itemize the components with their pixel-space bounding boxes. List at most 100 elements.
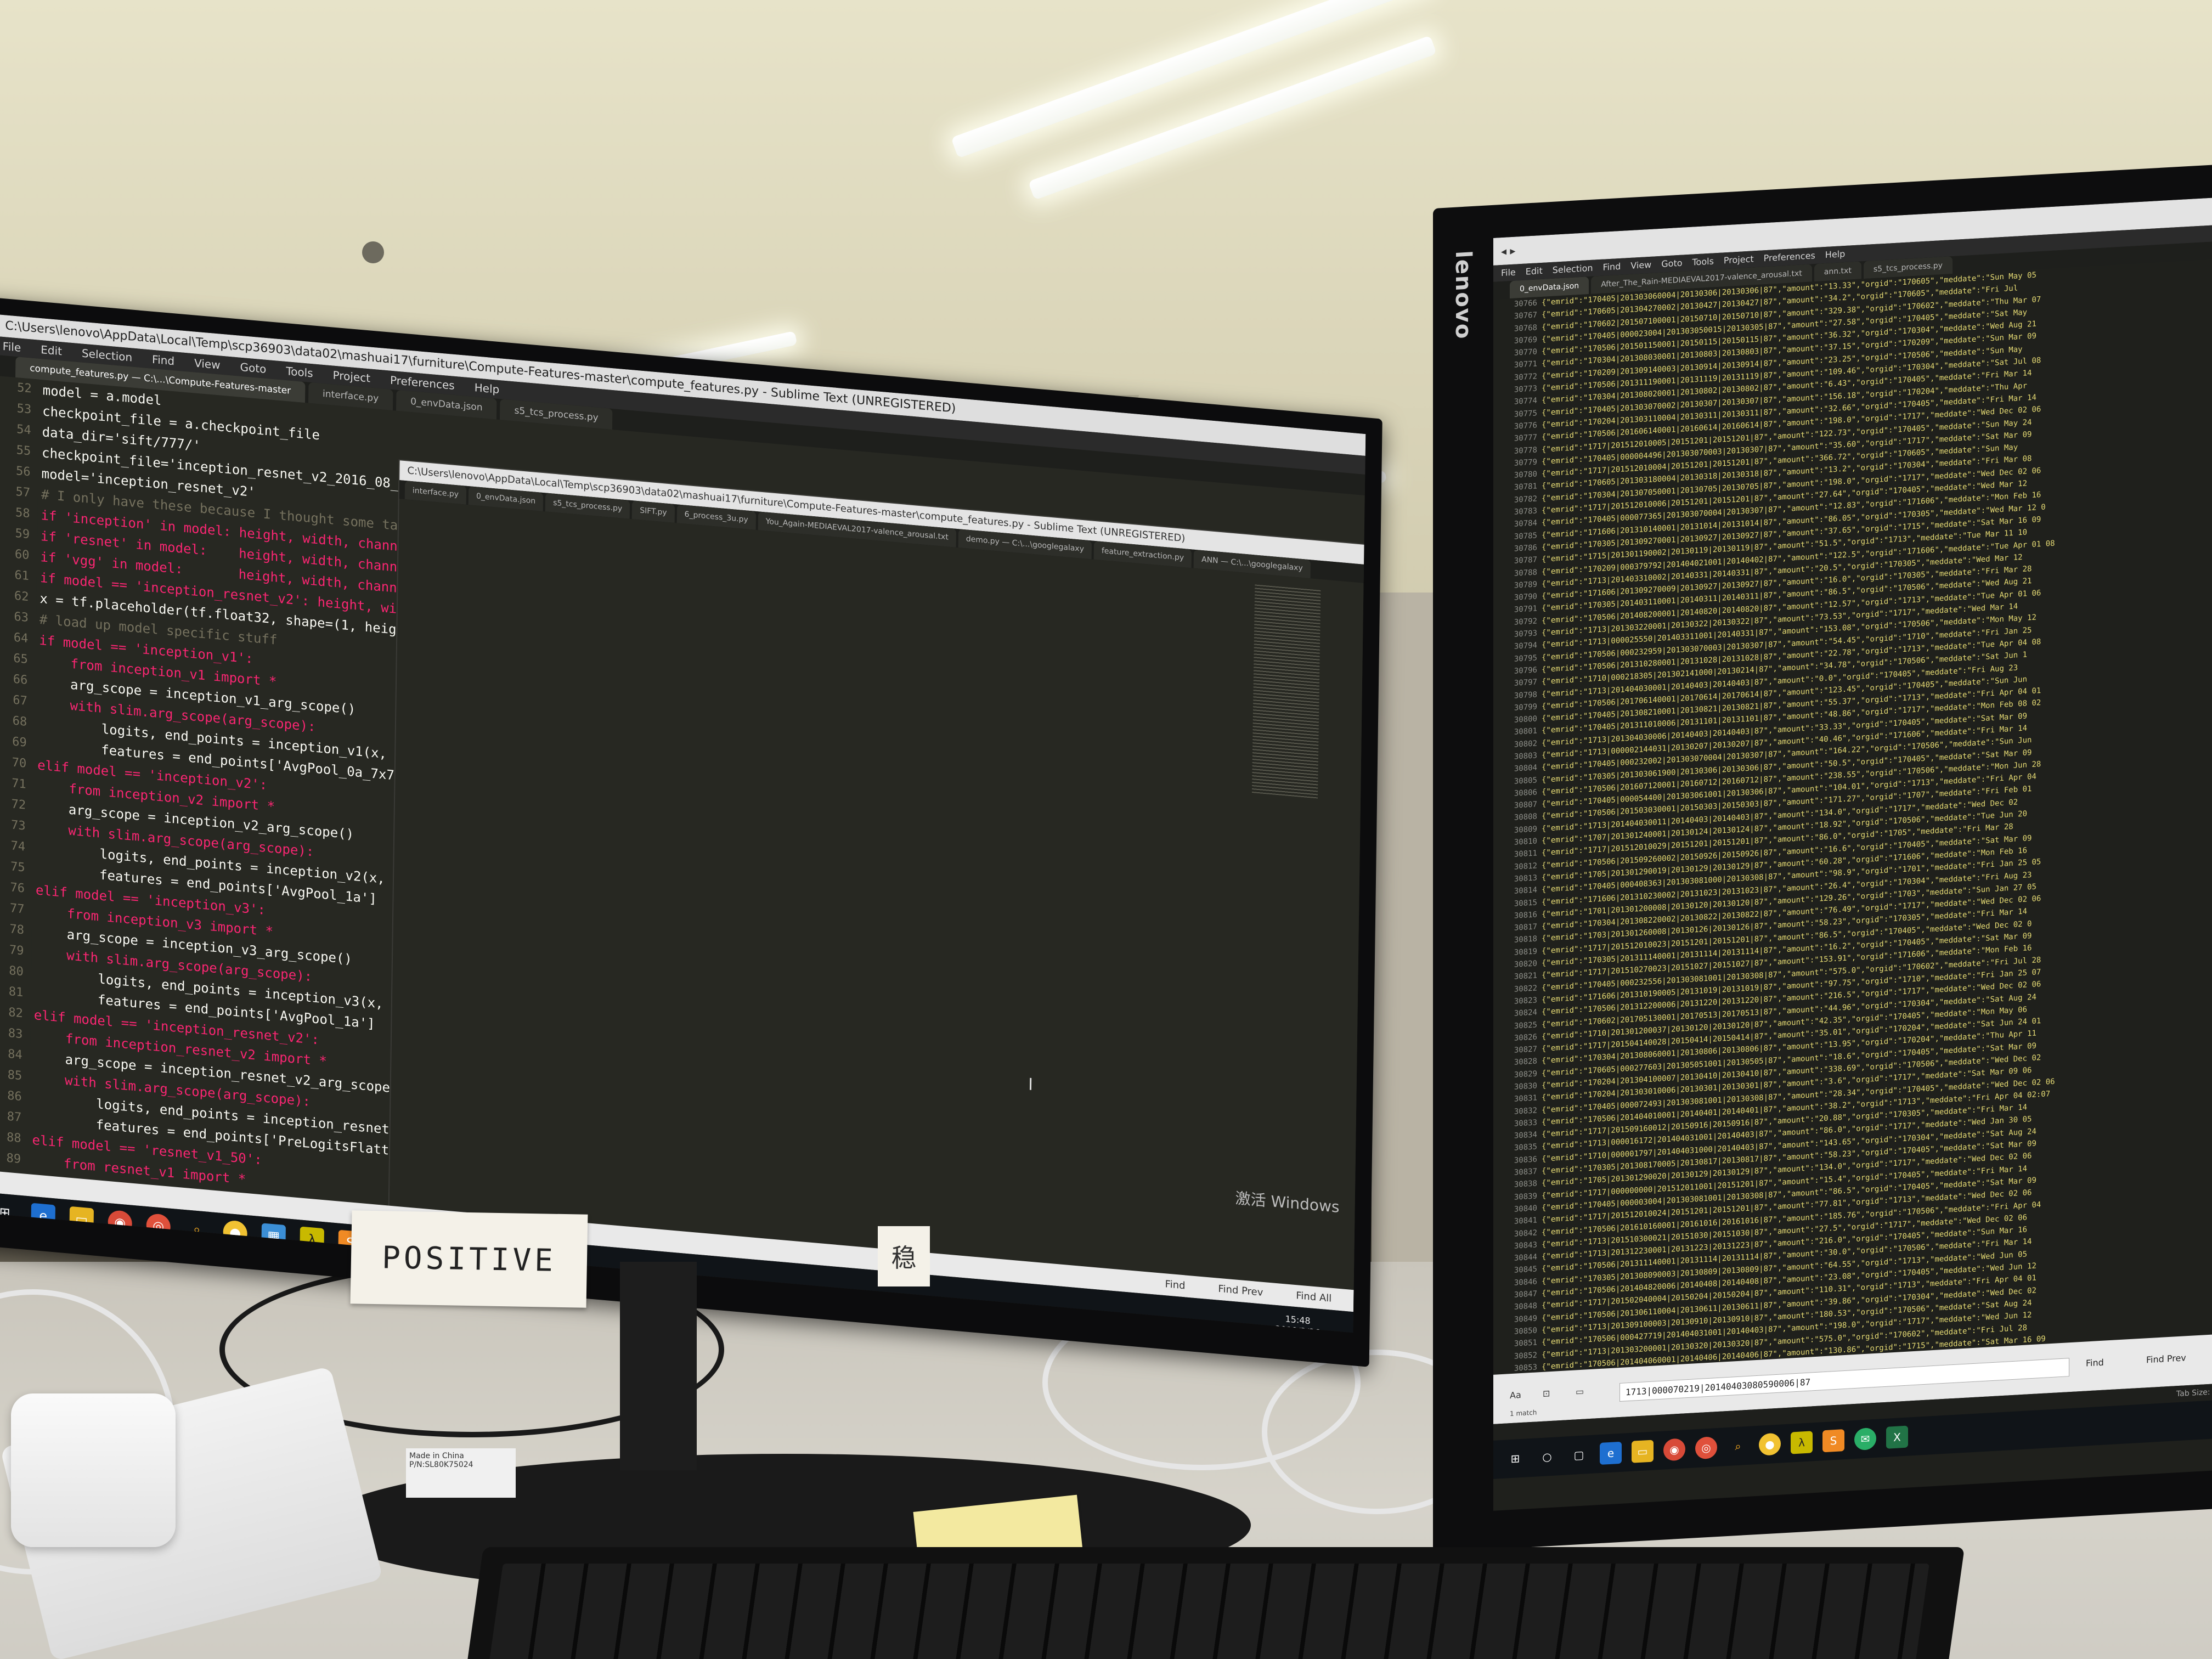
lenovo-logo: lenovo	[1451, 250, 1476, 341]
weibo-icon[interactable]: ◎	[146, 1212, 171, 1239]
line-number: 85	[7, 1068, 22, 1084]
sprinkler	[362, 241, 384, 263]
small-paper-label: 稳	[878, 1226, 930, 1286]
line-number: 88	[6, 1130, 21, 1146]
json-editor[interactable]: {"emrid":"170405|201303060004|20130306|2…	[1542, 258, 2212, 1372]
line-number: 62	[14, 589, 29, 605]
line-number: 66	[13, 672, 28, 687]
menu-file[interactable]: File	[1501, 264, 1516, 281]
line-number: 53	[16, 402, 32, 417]
line-number: 60	[14, 547, 30, 563]
line-number: 70	[12, 755, 27, 771]
product-sticker: Made in China P/N:SL80K75024	[406, 1448, 516, 1498]
menu-file[interactable]: File	[3, 337, 21, 357]
line-number: 83	[8, 1026, 23, 1042]
menu-view[interactable]: View	[194, 353, 221, 374]
activate-windows-watermark: 激活 Windows	[1235, 1189, 1340, 1217]
menu-find[interactable]: Find	[1603, 258, 1621, 276]
right-monitor: lenovo ◂ ▸ File Edit Selection Find View…	[1433, 163, 2212, 1553]
sticker-line: Made in China	[409, 1452, 464, 1460]
match-count: 1 match	[1510, 1408, 1537, 1418]
line-number: 54	[16, 422, 31, 438]
app-icon[interactable]: ●	[1759, 1432, 1781, 1456]
line-number: 68	[12, 714, 27, 729]
line-number: 82	[8, 1005, 24, 1021]
find-button[interactable]: Find	[1165, 1273, 1185, 1297]
positive-paper-label: POSITIVE	[350, 1210, 588, 1308]
lambda-app-icon[interactable]: λ	[300, 1226, 324, 1253]
line-number: 57	[15, 485, 31, 500]
line-number: 52	[17, 381, 32, 396]
app-icon[interactable]: ●	[223, 1220, 247, 1246]
line-number: 77	[9, 901, 25, 917]
find-all-button[interactable]: Find All	[1296, 1285, 1331, 1310]
text-cursor-icon: I	[1028, 1075, 1034, 1095]
line-number: 86	[7, 1088, 22, 1104]
keyboard-keys	[484, 1564, 1929, 1659]
edge-browser-icon[interactable]: e	[1600, 1441, 1622, 1465]
wrap-icon[interactable]: ⊡	[1543, 1388, 1550, 1399]
line-number: 74	[10, 839, 26, 854]
file-explorer-icon[interactable]: ▭	[1632, 1440, 1654, 1463]
menu-help[interactable]: Help	[1825, 246, 1845, 263]
weibo-icon[interactable]: ◎	[1695, 1436, 1717, 1460]
line-number: 59	[15, 526, 30, 542]
find-button[interactable]: Find	[2086, 1357, 2104, 1369]
search-circle-icon[interactable]: ○	[1536, 1445, 1558, 1468]
task-view-icon[interactable]: ▢	[1568, 1443, 1590, 1466]
line-number: 87	[7, 1109, 22, 1125]
wechat-icon[interactable]: ✉	[1854, 1427, 1876, 1451]
excel-icon[interactable]: X	[1886, 1425, 1908, 1449]
minimap[interactable]	[1251, 584, 1321, 799]
windows-start-icon[interactable]: ⊞	[0, 1200, 17, 1226]
line-number: 76	[10, 881, 25, 896]
menu-selection[interactable]: Selection	[1553, 260, 1593, 279]
menu-goto[interactable]: Goto	[240, 358, 266, 379]
line-number: 78	[9, 922, 25, 938]
line-number: 55	[16, 443, 31, 459]
search-icon[interactable]: ⌕	[184, 1216, 209, 1243]
line-number: 84	[8, 1047, 22, 1063]
line-number: 71	[11, 776, 26, 792]
line-number: 72	[11, 797, 26, 812]
line-number: 63	[14, 610, 29, 625]
chrome-icon[interactable]: ◉	[108, 1209, 133, 1236]
tab-sift[interactable]: SIFT.py	[632, 500, 675, 523]
sublime-text-icon[interactable]: S	[1822, 1429, 1844, 1453]
menu-edit[interactable]: Edit	[41, 340, 62, 360]
tab-ann-txt[interactable]: ann.txt	[1814, 261, 1861, 282]
menu-project[interactable]: Project	[1724, 251, 1754, 269]
windows-start-icon[interactable]: ⊞	[1504, 1447, 1526, 1470]
menu-tools[interactable]: Tools	[286, 362, 313, 382]
search-icon[interactable]: ⌕	[1727, 1435, 1749, 1458]
case-sensitive-icon[interactable]: Aa	[1510, 1390, 1521, 1401]
edge-browser-icon[interactable]: e	[31, 1203, 56, 1229]
menu-find[interactable]: Find	[152, 350, 174, 371]
menu-edit[interactable]: Edit	[1526, 263, 1543, 280]
line-number: 80	[9, 964, 24, 979]
line-number: 65	[13, 651, 29, 667]
line-number: 67	[13, 693, 27, 708]
lambda-app-icon[interactable]: λ	[1791, 1431, 1813, 1454]
menu-tools[interactable]: Tools	[1692, 253, 1714, 270]
line-number: 75	[10, 860, 25, 875]
json-line-number-gutter: 30766 30767 30768 30769 30770 30771 30772 30773…	[1493, 297, 1537, 1374]
in-selection-icon[interactable]: ▭	[1576, 1386, 1584, 1397]
find-prev-button[interactable]: Find Prev	[2146, 1352, 2186, 1365]
photo-scene: C:\Users\lenovo\AppData\Local\Temp\scp36…	[0, 0, 2212, 1659]
left-screen: C:\Users\lenovo\AppData\Local\Temp\scp36…	[0, 314, 1366, 1333]
chrome-icon[interactable]: ◉	[1663, 1438, 1685, 1462]
right-screen: ◂ ▸ File Edit Selection Find View Goto T…	[1493, 196, 2212, 1511]
menu-help[interactable]: Help	[474, 378, 500, 399]
line-number: 56	[15, 464, 31, 479]
secondary-editor-window[interactable]: C:\Users\lenovo\AppData\Local\Temp\scp36…	[388, 459, 1366, 1291]
line-number: 58	[15, 506, 30, 521]
monitor-stand	[620, 1262, 697, 1470]
line-number: 79	[9, 943, 24, 958]
file-explorer-icon[interactable]: ▭	[69, 1206, 94, 1233]
taskbar-clock[interactable]: 15:48 2019/3/26	[1275, 1313, 1321, 1333]
menu-goto[interactable]: Goto	[1661, 255, 1682, 273]
back-arrow-icon[interactable]: ◂ ▸	[1501, 244, 1515, 258]
menu-view[interactable]: View	[1630, 257, 1651, 274]
network-app-icon[interactable]: ▦	[261, 1223, 286, 1250]
